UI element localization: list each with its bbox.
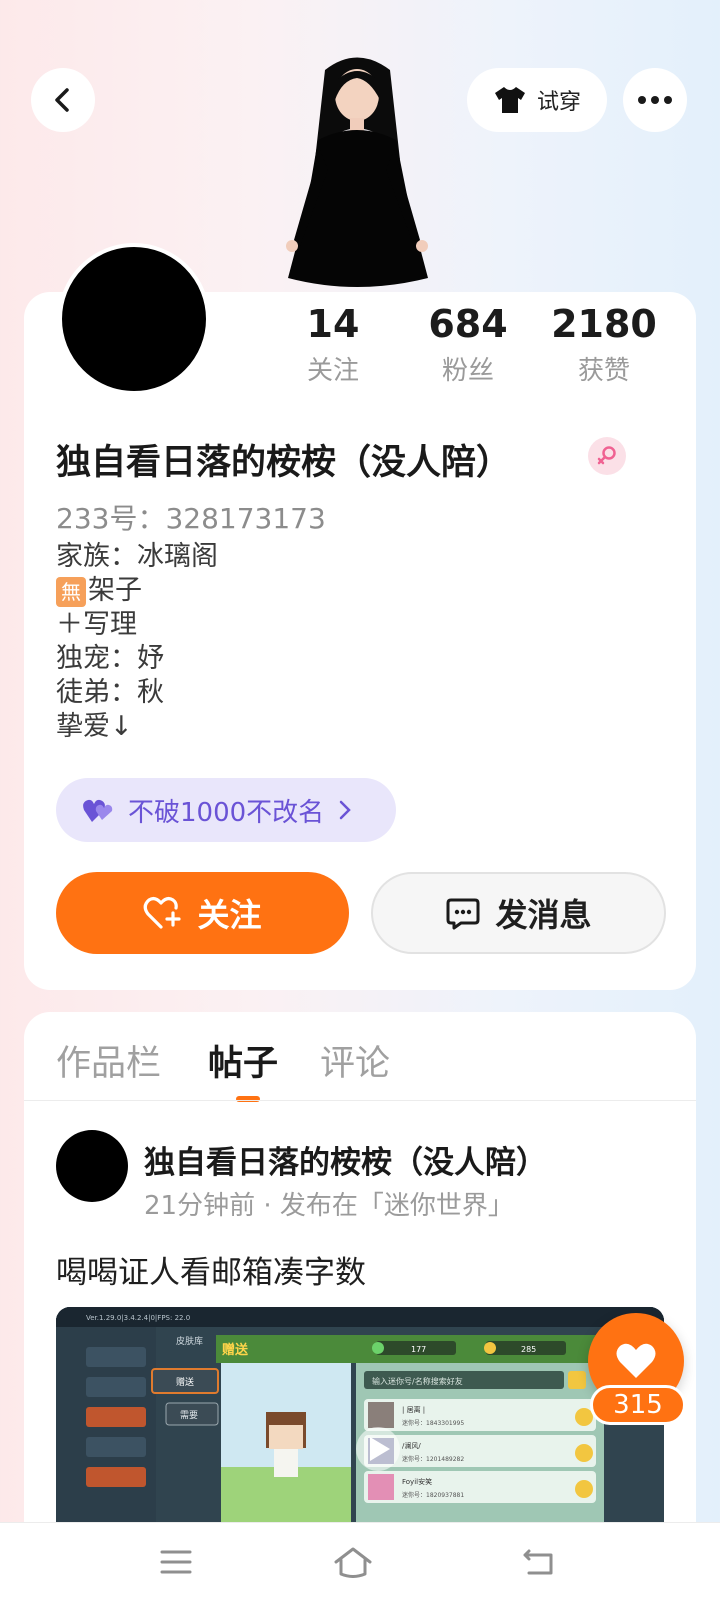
active-tab-indicator: [236, 1096, 260, 1102]
message-label: 发消息: [495, 896, 592, 934]
nav-back-button[interactable]: [489, 1523, 589, 1600]
chevron-right-icon: [339, 800, 351, 820]
bio: 家族：冰璃阁 無架子 ＋写理 独宠：妤 徒弟：秋 挚爱↓: [56, 540, 218, 744]
post-author-avatar[interactable]: [56, 1130, 128, 1202]
more-options-button[interactable]: [623, 68, 687, 132]
media-friend-name: /澜风/: [402, 1441, 421, 1450]
username: 独自看日落的桉桉（没人陪）: [56, 443, 512, 483]
home-icon: [334, 1547, 372, 1578]
bio-line: 徒弟：秋: [56, 677, 164, 708]
bio-line: 挚爱↓: [56, 711, 133, 742]
try-on-label: 试穿: [536, 90, 581, 115]
follow-button[interactable]: 关注: [56, 872, 349, 954]
tab-posts[interactable]: 帖子: [208, 1035, 278, 1086]
likes-count: 2180: [551, 302, 657, 346]
following-count: 14: [306, 302, 360, 346]
system-nav-bar: [0, 1522, 720, 1600]
double-heart-icon: [83, 799, 113, 822]
more-dots-icon: [638, 96, 672, 104]
stat-fans[interactable]: 684 粉丝: [408, 302, 528, 387]
chat-bubble-icon: [446, 898, 480, 930]
bio-line: 無架子: [56, 574, 218, 608]
media-search-placeholder: 输入迷你号/名称搜索好友: [372, 1376, 463, 1386]
tab-comments[interactable]: 评论: [320, 1035, 390, 1086]
post-text[interactable]: 喝喝证人看邮箱凑字数: [56, 1247, 366, 1292]
nav-menu-button[interactable]: [126, 1523, 226, 1600]
media-side-btn2: 需要: [180, 1410, 198, 1421]
avatar-3d-figure: [286, 57, 428, 287]
like-count: 315: [590, 1385, 686, 1425]
media-side-btn1: 赠送: [176, 1376, 194, 1388]
tab-works[interactable]: 作品栏: [56, 1035, 161, 1086]
bio-tag: 無: [56, 576, 86, 607]
post-meta: 21分钟前 · 发布在「迷你世界」: [144, 1191, 514, 1221]
media-friend-id: 迷你号：1843301995: [402, 1419, 464, 1427]
follow-label: 关注: [197, 896, 262, 934]
fans-label: 粉丝: [441, 356, 494, 386]
media-coin1: 177: [411, 1345, 426, 1354]
back-button[interactable]: [31, 68, 95, 132]
media-coin2: 285: [521, 1345, 536, 1354]
fans-count: 684: [428, 302, 508, 346]
send-message-button[interactable]: 发消息: [371, 872, 666, 954]
heart-plus-icon: [144, 896, 182, 929]
tab-divider: [24, 1100, 696, 1101]
bio-line: 家族：冰璃阁: [56, 541, 218, 572]
following-label: 关注: [306, 356, 359, 386]
media-friend-name: | 居离 |: [402, 1405, 425, 1414]
chevron-left-icon: [55, 88, 69, 112]
post-author-name[interactable]: 独自看日落的桉桉（没人陪）: [144, 1137, 547, 1182]
badge-label: 不破1000不改名: [128, 797, 325, 828]
stat-likes[interactable]: 2180 获赞: [544, 302, 664, 387]
female-gender-icon: [588, 437, 626, 475]
media-friend-id: 迷你号：1820937881: [402, 1491, 464, 1499]
bio-line: 独宠：妤: [56, 643, 164, 674]
try-on-button[interactable]: 试穿: [467, 68, 607, 132]
back-arrow-icon: [523, 1549, 553, 1575]
media-friend-id: 迷你号：1201489282: [402, 1455, 464, 1463]
media-version-text: Ver.1.29.0|3.4.2.4|0|FPS: 22.0: [86, 1314, 190, 1322]
post-video-thumbnail[interactable]: Ver.1.29.0|3.4.2.4|0|FPS: 22.0 皮肤库 赠送 17…: [56, 1307, 664, 1522]
bio-line: ＋写理: [56, 609, 137, 640]
nickname-badge[interactable]: 不破1000不改名: [56, 778, 396, 842]
likes-label: 获赞: [577, 356, 630, 386]
media-friend-name: Foyil安笑: [402, 1477, 432, 1486]
user-id: 233号：328173173: [56, 502, 326, 535]
stat-following[interactable]: 14 关注: [273, 302, 393, 387]
user-avatar[interactable]: [58, 243, 210, 395]
tshirt-icon: [494, 87, 525, 113]
heart-icon: [616, 1343, 656, 1378]
play-icon: [356, 1427, 400, 1471]
media-tab-label: 皮肤库: [176, 1335, 203, 1347]
menu-icon: [160, 1550, 192, 1574]
media-panel-title: 赠送: [222, 1342, 249, 1358]
nav-home-button[interactable]: [303, 1523, 403, 1600]
